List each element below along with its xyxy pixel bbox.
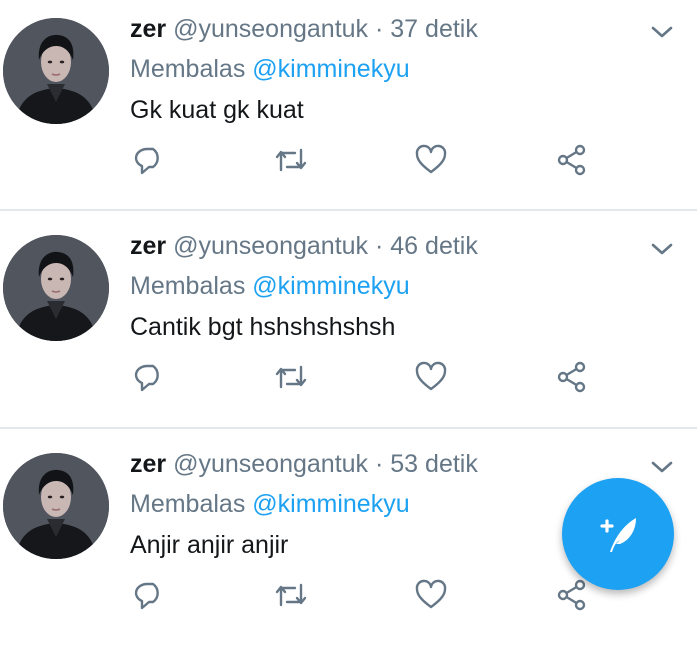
compose-tweet-icon — [600, 518, 636, 552]
reply-button[interactable] — [128, 138, 172, 182]
reply-button[interactable] — [128, 573, 172, 617]
retweet-button[interactable] — [269, 138, 313, 182]
replying-to: Membalas @kimminekyu — [130, 271, 410, 301]
retweet-icon — [275, 148, 307, 172]
divider — [0, 427, 697, 429]
tweet[interactable]: zer @yunseongantuk · 46 detik Membalas @… — [0, 217, 697, 434]
heart-icon — [415, 361, 447, 391]
replying-to: Membalas @kimminekyu — [130, 489, 410, 519]
share-icon — [557, 579, 586, 611]
replying-to: Membalas @kimminekyu — [130, 54, 410, 84]
retweet-icon — [275, 365, 307, 389]
heart-icon — [415, 144, 447, 174]
tweet-header: zer @yunseongantuk · 46 detik — [130, 231, 478, 261]
tweet-actions — [0, 355, 697, 399]
divider — [0, 209, 697, 211]
mention-link[interactable]: @kimminekyu — [252, 55, 409, 83]
timestamp[interactable]: 53 detik — [390, 450, 478, 478]
display-name[interactable]: zer — [130, 15, 166, 43]
reply-icon — [134, 364, 159, 392]
chevron-down-icon[interactable] — [648, 22, 676, 42]
mention-link[interactable]: @kimminekyu — [252, 272, 409, 300]
retweet-icon — [275, 583, 307, 607]
user-handle[interactable]: @yunseongantuk — [173, 15, 368, 43]
tweet[interactable]: zer @yunseongantuk · 37 detik Membalas @… — [0, 0, 697, 217]
display-name[interactable]: zer — [130, 232, 166, 260]
tweet-text: Anjir anjir anjir — [130, 531, 289, 559]
tweet-header: zer @yunseongantuk · 53 detik — [130, 449, 478, 479]
chevron-down-icon[interactable] — [648, 239, 676, 259]
tweet-header: zer @yunseongantuk · 37 detik — [130, 14, 478, 44]
reply-button[interactable] — [128, 355, 172, 399]
display-name[interactable]: zer — [130, 450, 166, 478]
retweet-button[interactable] — [269, 573, 313, 617]
avatar[interactable] — [3, 18, 109, 124]
compose-tweet-button[interactable] — [562, 478, 674, 590]
like-button[interactable] — [409, 138, 453, 182]
tweet-text: Gk kuat gk kuat — [130, 96, 304, 124]
separator-dot: · — [368, 232, 391, 260]
replying-label: Membalas — [130, 272, 253, 300]
share-icon — [557, 144, 586, 176]
share-button[interactable] — [550, 355, 594, 399]
timestamp[interactable]: 37 detik — [390, 15, 478, 43]
avatar[interactable] — [3, 235, 109, 341]
user-handle[interactable]: @yunseongantuk — [173, 450, 368, 478]
chevron-down-icon[interactable] — [648, 457, 676, 477]
like-button[interactable] — [409, 355, 453, 399]
replying-label: Membalas — [130, 490, 253, 518]
user-handle[interactable]: @yunseongantuk — [173, 232, 368, 260]
replying-label: Membalas — [130, 55, 253, 83]
reply-icon — [134, 582, 159, 610]
tweet-actions — [0, 138, 697, 182]
share-icon — [557, 361, 586, 393]
share-button[interactable] — [550, 138, 594, 182]
mention-link[interactable]: @kimminekyu — [252, 490, 409, 518]
timestamp[interactable]: 46 detik — [390, 232, 478, 260]
tweet-text: Cantik bgt hshshshshsh — [130, 313, 396, 341]
separator-dot: · — [368, 450, 391, 478]
separator-dot: · — [368, 15, 391, 43]
heart-icon — [415, 579, 447, 609]
retweet-button[interactable] — [269, 355, 313, 399]
avatar[interactable] — [3, 453, 109, 559]
reply-icon — [134, 147, 159, 175]
like-button[interactable] — [409, 573, 453, 617]
